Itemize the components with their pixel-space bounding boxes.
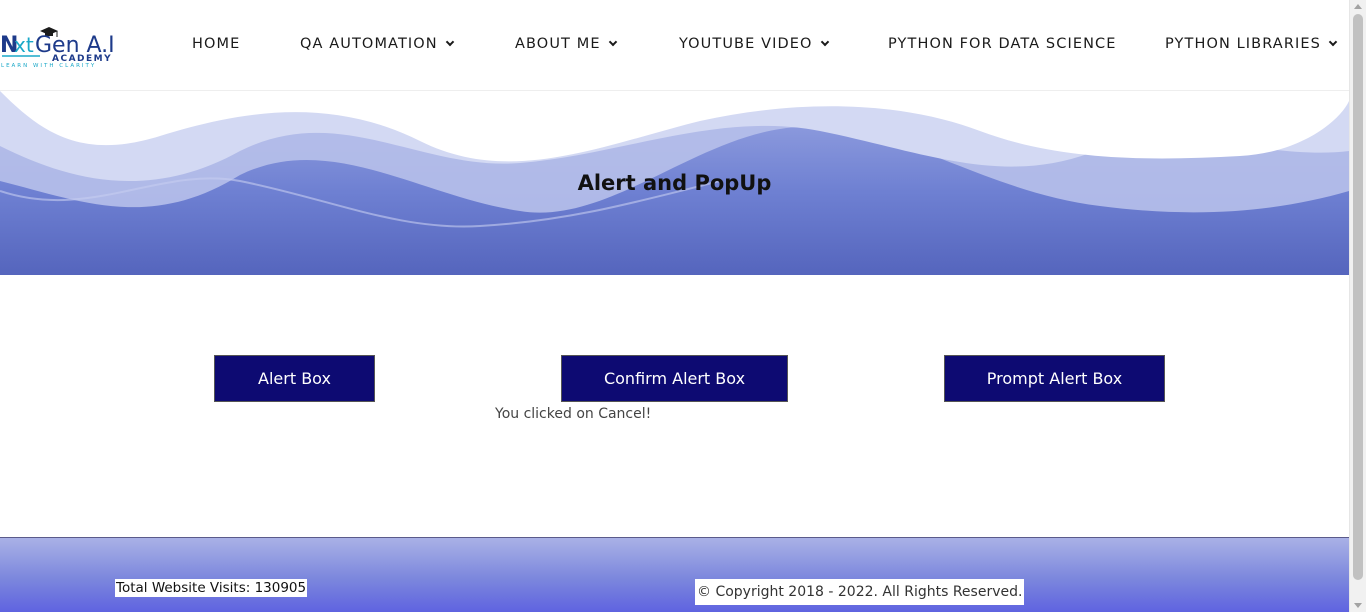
chevron-down-icon (445, 37, 454, 47)
hero-banner: Alert and PopUp (0, 91, 1349, 275)
scrollbar-thumb[interactable] (1353, 14, 1363, 580)
nav-about-me-label: ABOUT ME (515, 36, 601, 52)
confirm-alert-box-button[interactable]: Confirm Alert Box (561, 355, 788, 402)
nav-python-libraries[interactable]: PYTHON LIBRARIES (1165, 36, 1338, 52)
scroll-up-arrow-icon[interactable] (1354, 4, 1362, 9)
nav-python-data-science-label: PYTHON FOR DATA SCIENCE (888, 36, 1117, 52)
scroll-down-arrow-icon[interactable] (1354, 603, 1362, 608)
nav-qa-automation[interactable]: QA AUTOMATION (300, 36, 454, 52)
nav-youtube-video[interactable]: YOUTUBE VIDEO (679, 36, 829, 52)
page: N xt Gen A.I ACADEMY LEARN WITH CLARITY … (0, 0, 1349, 612)
nav-qa-automation-label: QA AUTOMATION (300, 36, 438, 52)
site-header: N xt Gen A.I ACADEMY LEARN WITH CLARITY … (0, 0, 1349, 91)
alert-box-button[interactable]: Alert Box (214, 355, 375, 402)
copyright-text: © Copyright 2018 - 2022. All Rights Rese… (695, 579, 1025, 605)
page-title: Alert and PopUp (577, 171, 772, 195)
chevron-down-icon (1328, 37, 1338, 47)
nav-home-label: HOME (192, 36, 241, 52)
nav-home[interactable]: HOME (192, 36, 240, 52)
nav-youtube-video-label: YOUTUBE VIDEO (679, 36, 813, 52)
alert-result-text: You clicked on Cancel! (495, 406, 652, 422)
chevron-down-icon (820, 37, 829, 47)
nav-python-data-science[interactable]: PYTHON FOR DATA SCIENCE (888, 36, 1117, 52)
visit-counter: Total Website Visits: 130905 (115, 579, 308, 597)
vertical-scrollbar[interactable] (1349, 0, 1366, 612)
main-nav: HOME QA AUTOMATION ABOUT ME YOUTUBE VIDE… (0, 0, 1349, 91)
prompt-alert-box-button[interactable]: Prompt Alert Box (944, 355, 1165, 402)
nav-python-libraries-label: PYTHON LIBRARIES (1165, 36, 1321, 52)
chevron-down-icon (608, 37, 617, 47)
site-footer: Total Website Visits: 130905 © Copyright… (0, 537, 1349, 612)
nav-about-me[interactable]: ABOUT ME (515, 36, 617, 52)
